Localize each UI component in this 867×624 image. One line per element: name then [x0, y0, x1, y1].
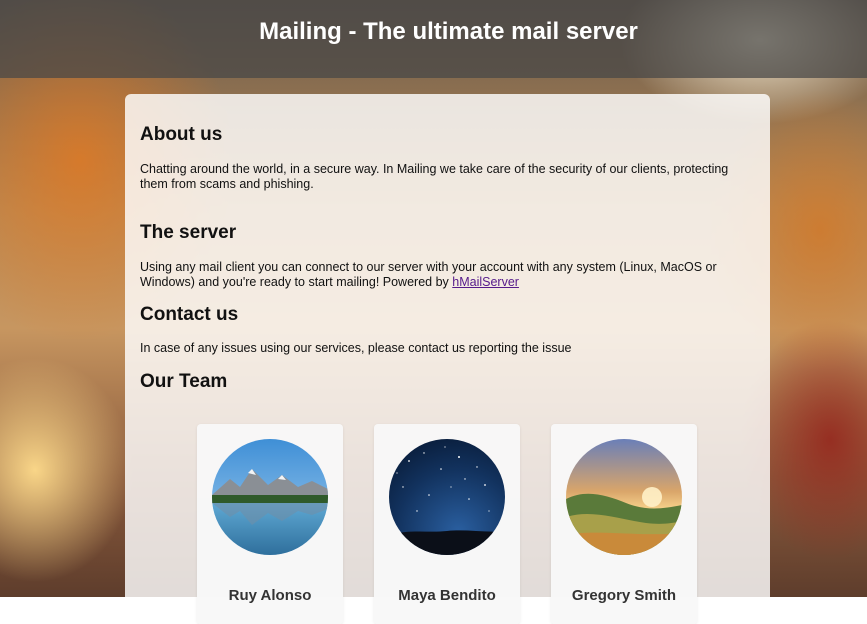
mountain-lake-photo — [212, 439, 328, 555]
starry-night-photo — [389, 439, 505, 555]
team-member-name: Ruy Alonso — [228, 587, 312, 604]
team-member-card: Maya Bendito — [374, 424, 520, 624]
server-heading: The server — [140, 222, 237, 243]
team-member-avatar — [566, 439, 682, 555]
team-member-name: Gregory Smith — [571, 587, 677, 604]
team-member-name: Maya Bendito — [398, 587, 496, 604]
main-content-panel: About us Chatting around the world, in a… — [125, 94, 770, 624]
about-heading: About us — [140, 124, 223, 145]
team-heading: Our Team — [140, 371, 228, 392]
hmailserver-link[interactable]: hMailServer — [452, 275, 519, 289]
page-header: Mailing - The ultimate mail server — [0, 0, 867, 78]
contact-text: In case of any issues using our services… — [140, 341, 572, 355]
contact-heading: Contact us — [140, 304, 239, 325]
server-text: Using any mail client you can connect to… — [140, 260, 755, 290]
page-title: Mailing - The ultimate mail server — [259, 18, 638, 45]
server-text-body: Using any mail client you can connect to… — [140, 260, 717, 289]
team-member-avatar — [212, 439, 328, 555]
team-member-card: Gregory Smith — [551, 424, 697, 624]
sunset-hills-photo — [566, 439, 682, 555]
team-member-card: Ruy Alonso — [197, 424, 343, 624]
team-member-avatar — [389, 439, 505, 555]
about-text: Chatting around the world, in a secure w… — [140, 162, 729, 191]
